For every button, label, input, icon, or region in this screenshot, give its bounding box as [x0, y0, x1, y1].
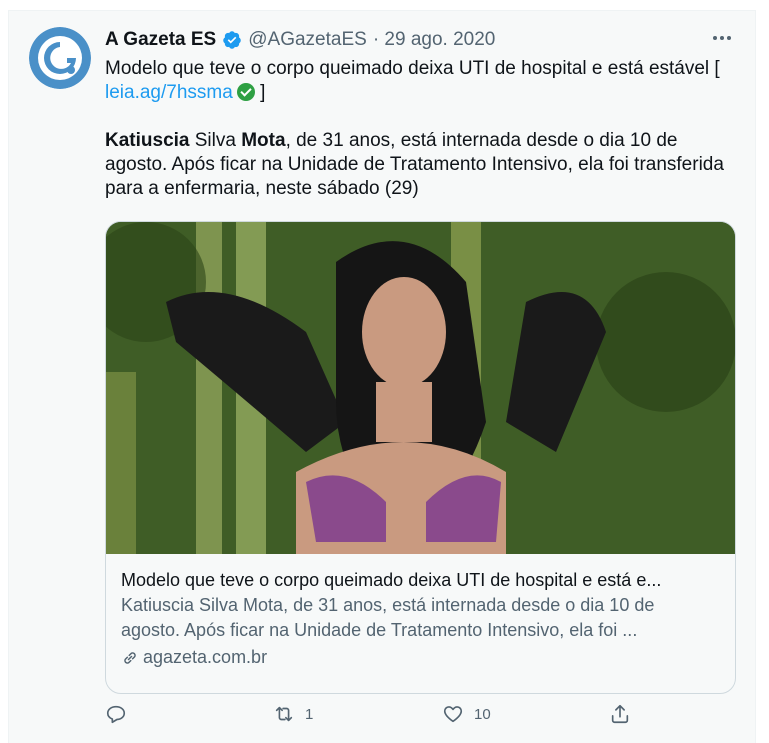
display-name[interactable]: A Gazeta ES [105, 29, 216, 51]
retweet-button[interactable]: 1 [273, 703, 313, 725]
tweet-text: Modelo que teve o corpo queimado deixa U… [105, 57, 725, 201]
card-body: Modelo que teve o corpo queimado deixa U… [106, 554, 735, 670]
retweet-count: 1 [305, 705, 314, 723]
like-button[interactable]: 10 [442, 703, 491, 725]
card-domain-row: agazeta.com.br [121, 645, 720, 670]
check-circle-icon [236, 83, 255, 101]
tweet-link[interactable]: leia.ag/7hssma [105, 82, 233, 103]
card-title: Modelo que teve o corpo queimado deixa U… [121, 570, 662, 590]
card-description-line1: Katiuscia Silva Mota, de 31 anos, está i… [121, 595, 655, 615]
card-domain: agazeta.com.br [143, 647, 268, 667]
tweet-actions: 1 10 [105, 703, 645, 735]
tweet-header: A Gazeta ES @AGazetaES · 29 ago. 2020 [105, 29, 495, 51]
verified-badge-icon [223, 31, 241, 49]
share-icon [611, 704, 629, 724]
photo-illustration [106, 222, 735, 554]
reply-icon [106, 705, 126, 724]
link-icon [124, 651, 136, 664]
card-image[interactable] [106, 222, 735, 554]
more-options-icon[interactable] [707, 27, 737, 49]
reply-button[interactable] [105, 703, 137, 725]
middle-name: Silva [189, 130, 242, 151]
gazeta-logo-icon [29, 27, 91, 89]
user-handle[interactable]: @AGazetaES [248, 29, 367, 51]
tweet-date[interactable]: · 29 ago. 2020 [373, 29, 496, 51]
like-count: 10 [474, 705, 491, 723]
like-icon [443, 706, 463, 723]
avatar[interactable] [29, 27, 91, 89]
tweet-text-close: ] [254, 82, 266, 103]
tweet-paragraph-2: Katiuscia Silva Mota, de 31 anos, está i… [105, 129, 725, 201]
tweet-paragraph-1: Modelo que teve o corpo queimado deixa U… [105, 57, 725, 105]
link-preview-card[interactable]: Modelo que teve o corpo queimado deixa U… [105, 221, 736, 694]
tweet-card[interactable]: A Gazeta ES @AGazetaES · 29 ago. 2020 Mo… [8, 10, 756, 743]
retweet-icon [275, 706, 293, 722]
card-description-line2: agosto. Após ficar na Unidade de Tratame… [121, 620, 638, 640]
bold-last-name: Mota [241, 130, 286, 151]
bold-first-name: Katiuscia [105, 130, 190, 151]
share-button[interactable] [609, 703, 631, 725]
tweet-text-line1: Modelo que teve o corpo queimado deixa U… [105, 58, 720, 79]
